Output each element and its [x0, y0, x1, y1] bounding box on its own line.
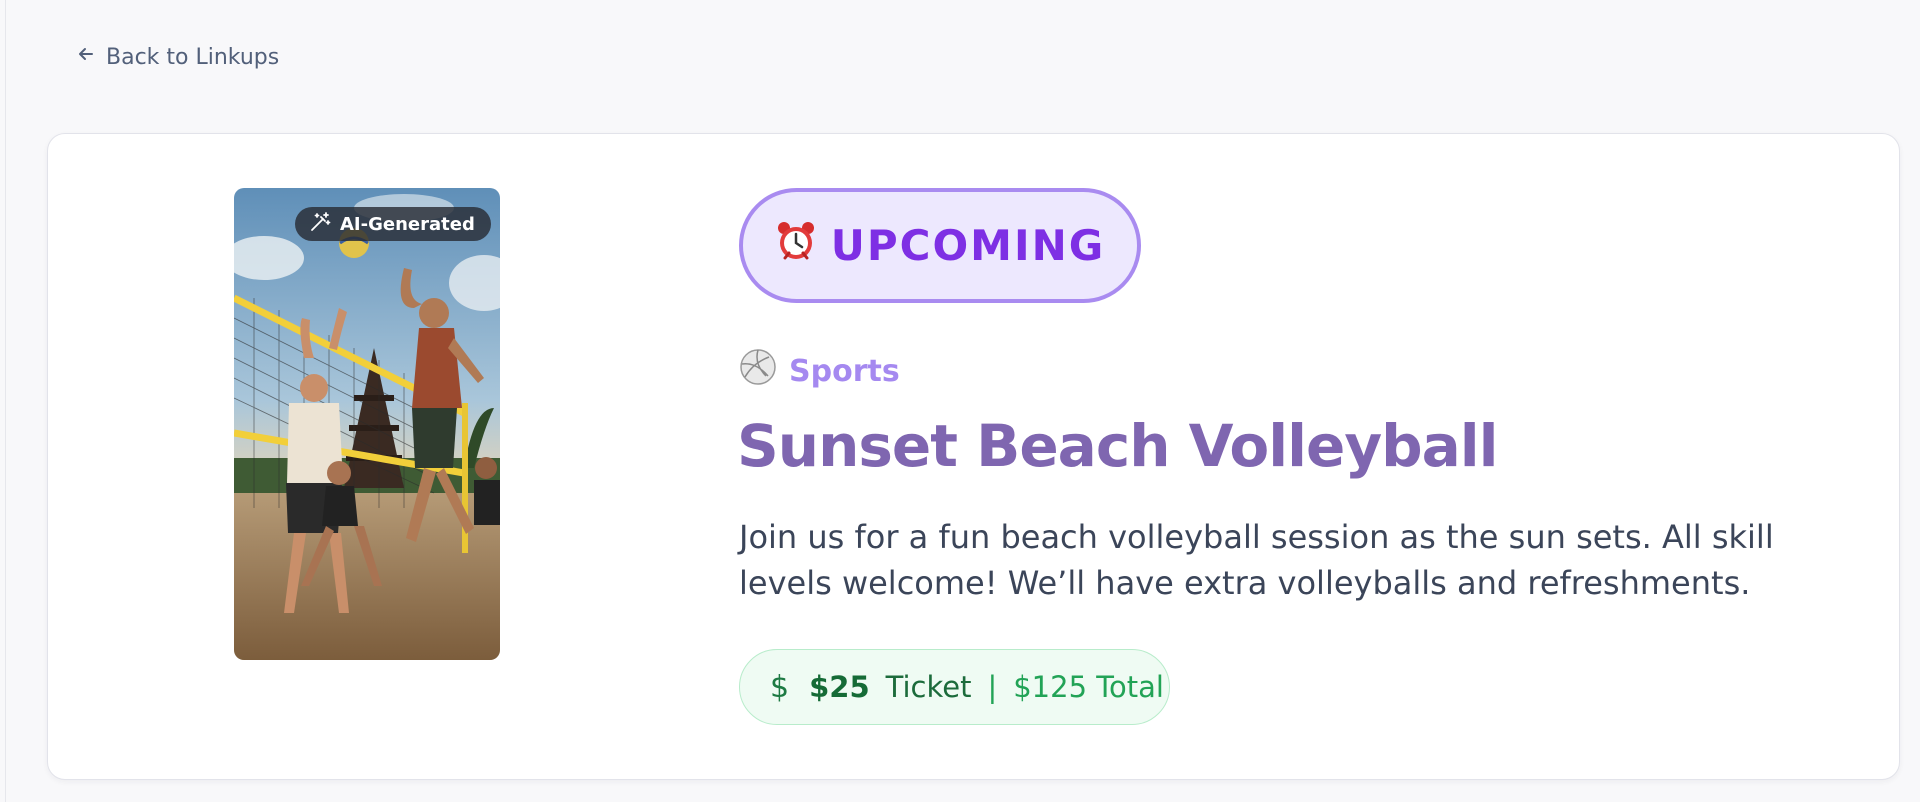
price-badge: $ $25 Ticket | $125 Total	[739, 649, 1170, 725]
category-tag: Sports	[739, 348, 900, 394]
dollar-icon: $	[770, 669, 790, 705]
back-to-linkups-link[interactable]: Back to Linkups	[76, 44, 279, 70]
ticket-label: Ticket	[885, 670, 972, 704]
magic-wand-icon	[309, 211, 331, 238]
ai-generated-badge: AI-Generated	[295, 207, 491, 241]
event-image	[234, 188, 500, 660]
event-description: Join us for a fun beach volleyball sessi…	[739, 518, 1774, 602]
category-label: Sports	[789, 353, 900, 389]
status-badge: UPCOMING	[739, 188, 1141, 303]
ticket-price: $25	[809, 670, 870, 704]
ai-badge-label: AI-Generated	[340, 213, 475, 235]
status-label: UPCOMING	[830, 221, 1106, 270]
arrow-left-icon	[76, 44, 96, 70]
total-price: $125 Total	[1013, 670, 1164, 704]
page-left-border	[5, 0, 6, 802]
volleyball-icon	[739, 348, 777, 394]
price-separator: |	[987, 670, 998, 704]
event-title: Sunset Beach Volleyball	[737, 412, 1499, 480]
alarm-clock-icon	[775, 220, 817, 272]
back-link-label: Back to Linkups	[106, 44, 280, 70]
